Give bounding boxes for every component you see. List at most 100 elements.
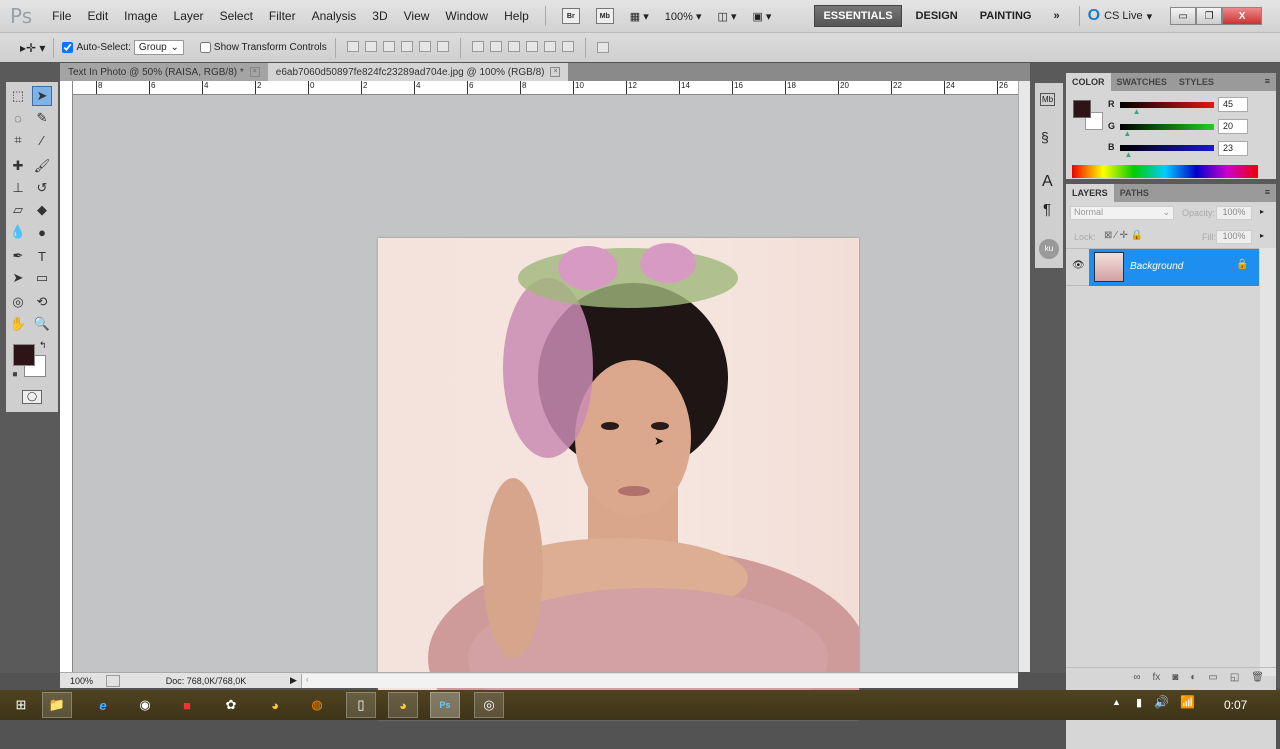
character-icon[interactable]: A <box>1042 173 1053 191</box>
restore-button[interactable]: ❐ <box>1196 7 1223 25</box>
chrome-icon[interactable]: ◕ <box>260 692 290 718</box>
default-colors-icon[interactable]: ◾ <box>10 370 20 379</box>
brush-tool-icon[interactable]: 🖌 <box>32 156 52 176</box>
workspace-painting[interactable]: PAINTING <box>972 6 1040 26</box>
layers-scrollbar[interactable] <box>1260 248 1276 676</box>
app-red-icon[interactable]: ■ <box>172 692 202 718</box>
menu-3d[interactable]: 3D <box>364 9 395 23</box>
menu-help[interactable]: Help <box>496 9 537 23</box>
battery-icon[interactable]: ▮ <box>1136 696 1142 709</box>
g-value-input[interactable]: 20 <box>1218 119 1248 134</box>
3d-orbit-tool-icon[interactable]: ⟲ <box>32 292 52 312</box>
foreground-color-swatch[interactable] <box>13 344 35 366</box>
layer-row-background[interactable]: 👁 Background 🔒 <box>1066 248 1259 286</box>
photoshop-taskbar-icon[interactable]: Ps <box>430 692 460 718</box>
volume-icon[interactable]: 🔊 <box>1154 695 1169 709</box>
menu-filter[interactable]: Filter <box>261 9 304 23</box>
color-spectrum-bar[interactable] <box>1072 165 1258 178</box>
menu-edit[interactable]: Edit <box>79 9 116 23</box>
panel-menu-icon[interactable]: ≡ <box>1259 73 1276 91</box>
app-icon[interactable]: ◉ <box>130 692 160 718</box>
link-layers-icon[interactable]: ∞ <box>1133 672 1140 683</box>
history-brush-tool-icon[interactable]: ↺ <box>32 178 52 198</box>
lock-icons[interactable]: ⊠ ⁄ ✛ 🔒 <box>1104 230 1143 241</box>
auto-select-checkbox[interactable] <box>62 42 74 53</box>
menu-analysis[interactable]: Analysis <box>304 9 365 23</box>
tab-swatches[interactable]: SWATCHES <box>1111 73 1173 91</box>
internet-explorer-icon[interactable]: e <box>88 692 118 718</box>
lasso-tool-icon[interactable]: ◌ <box>8 108 28 128</box>
distribute-bottom-icon[interactable] <box>507 40 520 52</box>
align-left-icon[interactable] <box>400 40 413 52</box>
mini-bridge-icon[interactable]: Mb <box>1040 93 1056 106</box>
status-zoom[interactable]: 100% <box>60 676 100 686</box>
new-layer-icon[interactable]: ◱ <box>1230 672 1239 683</box>
align-vcenter-icon[interactable] <box>364 40 377 52</box>
clone-stamp-tool-icon[interactable]: ⊥ <box>8 178 28 198</box>
network-icon[interactable]: 📶 <box>1180 695 1195 709</box>
paragraph-icon[interactable]: ¶ <box>1043 201 1051 218</box>
paint-bucket-tool-icon[interactable]: ◆ <box>32 200 52 220</box>
path-selection-tool-icon[interactable]: ➤ <box>8 268 28 288</box>
r-slider-thumb[interactable]: ▲ <box>1133 107 1141 116</box>
b-slider-thumb[interactable]: ▲ <box>1124 150 1132 159</box>
chrome-window-icon[interactable]: ◕ <box>388 692 418 718</box>
align-right-icon[interactable] <box>436 40 449 52</box>
move-tool-icon[interactable]: ➤ <box>32 86 52 106</box>
document-image[interactable]: ➤ <box>378 238 859 720</box>
vertical-scrollbar[interactable] <box>1018 81 1030 672</box>
close-tab-icon[interactable]: × <box>249 67 260 77</box>
menu-image[interactable]: Image <box>116 9 165 23</box>
panel-menu-icon[interactable]: ≡ <box>1259 184 1276 202</box>
swap-colors-icon[interactable]: ↰ <box>39 340 47 351</box>
kuler-icon[interactable]: ku <box>1039 239 1059 259</box>
blur-tool-icon[interactable]: 💧 <box>8 222 28 242</box>
show-transform-checkbox[interactable] <box>199 42 211 53</box>
distribute-hcenter-icon[interactable] <box>543 40 556 52</box>
app-icon[interactable]: ✿ <box>216 692 246 718</box>
zoom-tool-icon[interactable]: 🔍 <box>32 314 52 334</box>
auto-select-dropdown[interactable]: Group ⌄ <box>133 40 184 55</box>
close-button[interactable]: X <box>1222 7 1263 25</box>
distribute-top-icon[interactable] <box>471 40 484 52</box>
g-slider[interactable] <box>1120 124 1214 130</box>
menu-layer[interactable]: Layer <box>166 9 212 23</box>
menu-window[interactable]: Window <box>437 9 496 23</box>
menu-select[interactable]: Select <box>212 9 261 23</box>
delete-layer-icon[interactable]: 🗑 <box>1251 672 1264 683</box>
arrange-documents-icon[interactable]: ◫ ▾ <box>718 10 737 23</box>
workspace-design[interactable]: DESIGN <box>908 6 966 26</box>
auto-align-layers-icon[interactable] <box>596 42 609 53</box>
status-menu-arrow-icon[interactable]: ▶ <box>290 675 297 686</box>
tab-color[interactable]: COLOR <box>1066 73 1111 91</box>
shape-tool-icon[interactable]: ▭ <box>32 268 52 288</box>
file-explorer-icon[interactable]: 📁 <box>42 692 72 718</box>
layer-style-icon[interactable]: fx <box>1153 672 1161 683</box>
menu-file[interactable]: File <box>44 9 79 23</box>
distribute-left-icon[interactable] <box>525 40 538 52</box>
new-group-icon[interactable]: ▭ <box>1208 672 1217 683</box>
blend-mode-dropdown[interactable]: Normal ⌄ <box>1070 206 1174 220</box>
eyedropper-tool-icon[interactable]: ⁄ <box>32 130 52 150</box>
obs-icon[interactable]: ◎ <box>474 692 504 718</box>
quick-mask-icon[interactable]: ◯ <box>22 390 42 404</box>
history-icon[interactable]: § <box>1041 129 1049 145</box>
tab-text-in-photo[interactable]: Text In Photo @ 50% (RAISA, RGB/8) * × <box>60 63 268 81</box>
tab-paths[interactable]: PATHS <box>1114 184 1155 202</box>
b-value-input[interactable]: 23 <box>1218 141 1248 156</box>
menu-view[interactable]: View <box>396 9 438 23</box>
g-slider-thumb[interactable]: ▲ <box>1123 129 1131 138</box>
quick-select-tool-icon[interactable]: ✎ <box>32 108 52 128</box>
distribute-vcenter-icon[interactable] <box>489 40 502 52</box>
align-bottom-icon[interactable] <box>382 40 395 52</box>
firefox-icon[interactable]: ◍ <box>302 692 332 718</box>
bridge-button[interactable]: Br <box>561 8 580 24</box>
screen-mode-icon[interactable]: ▣ ▾ <box>752 10 771 23</box>
tab-layers[interactable]: LAYERS <box>1066 184 1114 202</box>
color-foreground-swatch[interactable] <box>1073 100 1091 118</box>
align-hcenter-icon[interactable] <box>418 40 431 52</box>
opacity-arrow-icon[interactable]: ▸ <box>1260 207 1264 216</box>
eraser-tool-icon[interactable]: ▱ <box>8 200 28 220</box>
more-workspaces-button[interactable]: » <box>1045 6 1067 26</box>
type-tool-icon[interactable]: T <box>32 246 52 266</box>
